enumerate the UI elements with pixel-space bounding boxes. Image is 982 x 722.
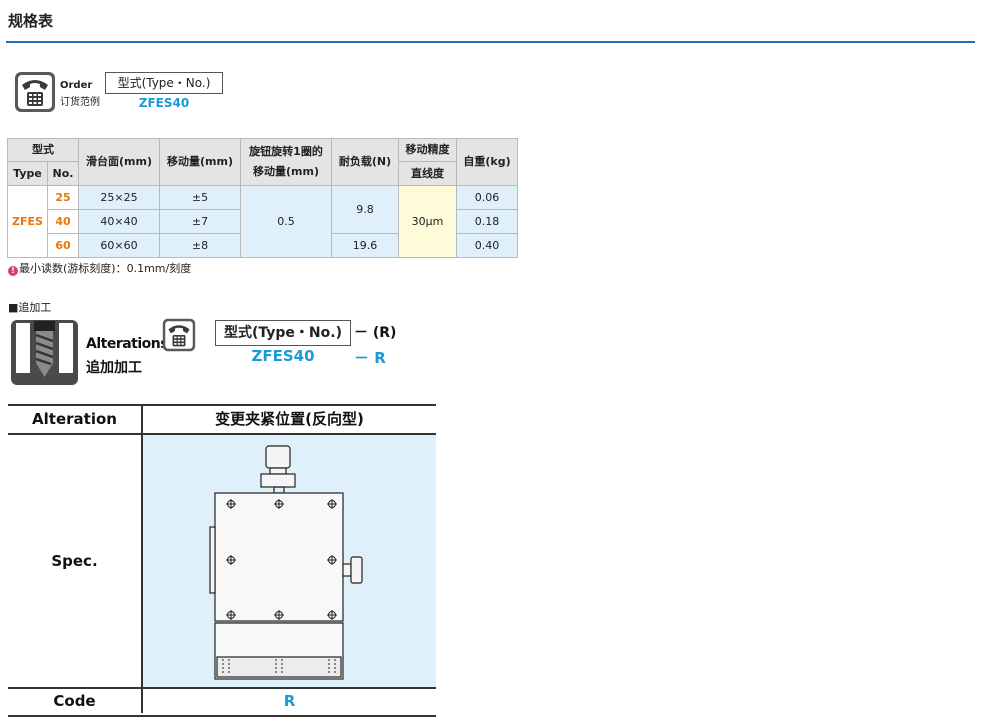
alterations-type-box: 型式(Type・No.) [215, 320, 351, 346]
header-knob-travel: 旋钮旋转1圈的 移动量(mm) [240, 138, 332, 186]
cell-type-value: ZFES [7, 185, 48, 258]
cell-slide-face: 25×25 [78, 185, 160, 210]
code-value: R [283, 692, 296, 710]
cell-weight: 0.40 [456, 233, 518, 258]
alterations-heading: ■追加工 [8, 301, 52, 314]
spec-label: Spec. [51, 552, 98, 570]
cell-weight: 0.06 [456, 185, 518, 210]
cell-load: 9.8 [331, 185, 399, 234]
header-straightness: 直线度 [398, 161, 457, 186]
cell-load: 19.6 [331, 233, 399, 258]
header-accuracy: 移动精度 [398, 138, 457, 162]
alterations-suffix: － (R) [354, 325, 397, 341]
header-weight: 自重(kg) [456, 138, 518, 186]
phone-icon [162, 318, 196, 352]
alterations-table: Alteration 变更夹紧位置(反向型) Spec. Code R [8, 404, 436, 717]
header-slide-face: 滑台面(mm) [78, 138, 160, 186]
cell-slide-face: 60×60 [78, 233, 160, 258]
header-knob-travel-line2: 移动量(mm) [253, 165, 319, 178]
cell-no: 60 [47, 233, 79, 258]
pin-icon: ! [8, 266, 18, 276]
cell-travel: ±7 [159, 209, 241, 234]
spec-table: 型式 滑台面(mm) 移动量(mm) 旋钮旋转1圈的 移动量(mm) 耐负载(N)… [7, 138, 518, 258]
phone-icon [15, 72, 55, 112]
cell-slide-face: 40×40 [78, 209, 160, 234]
header-type-group: 型式 [7, 138, 79, 162]
code-label: Code [53, 692, 96, 710]
alterations-label-cn: 追加加工 [86, 360, 142, 376]
alteration-header-value: 变更夹紧位置(反向型) [215, 410, 364, 428]
alterations-label-en: Alterations [86, 336, 169, 352]
alterations-code-suffix: － R [354, 349, 386, 367]
note-text: 最小读数(游标刻度)：0.1mm/刻度 [19, 262, 192, 275]
header-type: Type [7, 161, 48, 186]
alterations-code: ZFES40 [251, 347, 315, 365]
header-no: No. [47, 161, 79, 186]
cell-knob-travel: 0.5 [240, 185, 332, 258]
order-code: ZFES40 [138, 96, 190, 110]
page-title: 规格表 [8, 12, 54, 30]
alteration-header-label: Alteration [32, 410, 117, 428]
drill-icon [11, 320, 78, 385]
header-load: 耐负载(N) [331, 138, 399, 186]
stage-drawing [209, 445, 363, 680]
cell-no: 25 [47, 185, 79, 210]
cell-straightness: 30μm [398, 185, 457, 258]
header-travel: 移动量(mm) [159, 138, 241, 186]
cell-travel: ±5 [159, 185, 241, 210]
order-label-en: Order [60, 80, 93, 91]
cell-travel: ±8 [159, 233, 241, 258]
order-type-box: 型式(Type・No.) [105, 72, 223, 94]
cell-weight: 0.18 [456, 209, 518, 234]
cell-no: 40 [47, 209, 79, 234]
note: ! 最小读数(游标刻度)：0.1mm/刻度 [8, 260, 191, 276]
header-knob-travel-line1: 旋钮旋转1圈的 [249, 145, 323, 158]
table-row: ZFES 25 25×25 ±5 0.5 9.8 30μm 0.06 [7, 185, 518, 258]
order-label-cn: 订货范例 [60, 97, 100, 108]
title-divider [6, 41, 975, 43]
